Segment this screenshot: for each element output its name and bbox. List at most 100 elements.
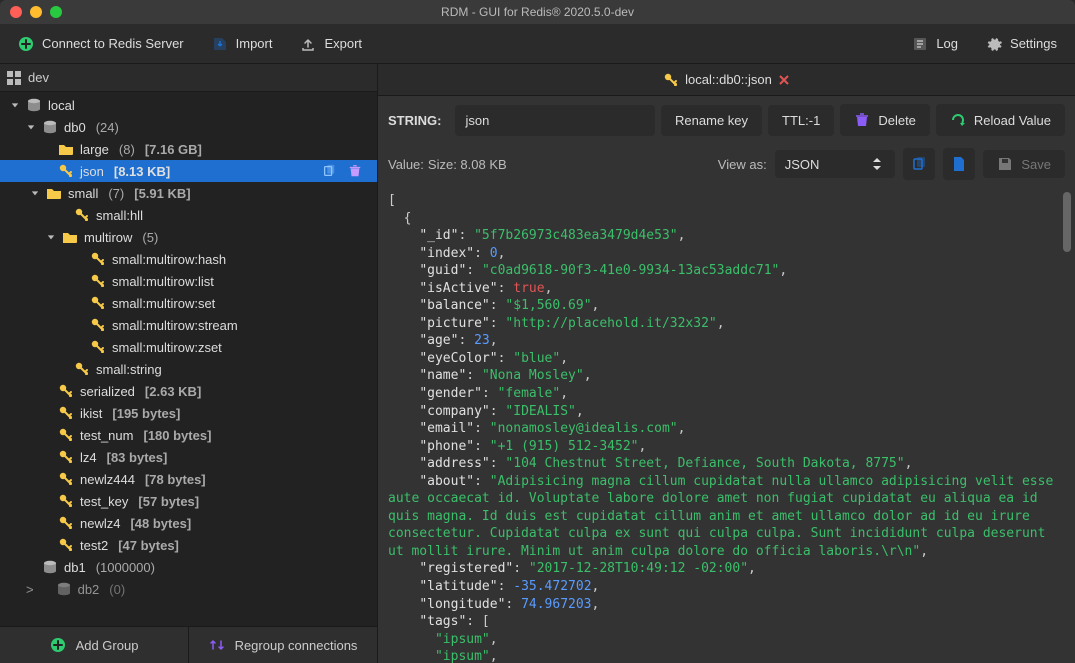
chevron-down-icon[interactable] — [30, 188, 40, 198]
tree-key-newlz4[interactable]: newlz4 [48 bytes] — [0, 512, 377, 534]
tree-key-test-num[interactable]: test_num [180 bytes] — [0, 424, 377, 446]
chevron-down-icon[interactable] — [26, 122, 36, 132]
tree-key-mr-list[interactable]: small:multirow:list — [0, 270, 377, 292]
add-group-button[interactable]: Add Group — [0, 627, 188, 663]
json-content[interactable]: [ { "_id": "5f7b26973c483ea3479d4e53", "… — [388, 192, 1065, 663]
help-icon[interactable] — [599, 36, 619, 52]
copy-value-button[interactable] — [903, 148, 935, 180]
view-raw-button[interactable] — [943, 148, 975, 180]
key-icon — [58, 427, 74, 443]
maximize-window-button[interactable] — [50, 6, 62, 18]
folder-icon — [58, 141, 74, 157]
document-icon — [951, 156, 967, 172]
key-icon — [58, 493, 74, 509]
tree-key-ikist[interactable]: ikist [195 bytes] — [0, 402, 377, 424]
telegram-icon[interactable] — [627, 36, 647, 52]
tree-count: (24) — [96, 120, 119, 135]
delete-key-button[interactable]: Delete — [840, 104, 930, 136]
size-label: Size: 8.08 KB — [428, 157, 507, 172]
save-value-button[interactable]: Save — [983, 150, 1065, 178]
scrollbar-thumb[interactable] — [1063, 192, 1071, 252]
reload-value-button[interactable]: Reload Value — [936, 104, 1065, 136]
tree-key-mr-set[interactable]: small:multirow:set — [0, 292, 377, 314]
tree-count: (5) — [142, 230, 158, 245]
settings-label: Settings — [1010, 36, 1057, 51]
tree-db0[interactable]: db0 (24) — [0, 116, 377, 138]
format-select[interactable]: JSON — [775, 150, 896, 178]
chevron-down-icon[interactable] — [10, 100, 20, 110]
settings-button[interactable]: Settings — [976, 32, 1067, 56]
tree-count: (0) — [109, 582, 125, 597]
github-icon[interactable] — [683, 36, 703, 52]
tree-label: test_num — [80, 428, 133, 443]
minimize-window-button[interactable] — [30, 6, 42, 18]
trash-icon[interactable] — [347, 163, 363, 179]
grid-icon[interactable] — [6, 70, 22, 86]
connect-button[interactable]: Connect to Redis Server — [8, 32, 194, 56]
folder-icon — [46, 185, 62, 201]
key-icon — [58, 471, 74, 487]
copy-icon[interactable] — [321, 163, 337, 179]
tree-label: small:multirow:set — [112, 296, 215, 311]
key-icon — [58, 515, 74, 531]
tree-label: small:multirow:zset — [112, 340, 222, 355]
key-icon — [58, 383, 74, 399]
content-area: local::db0::json STRING: Rename key TTL:… — [378, 64, 1075, 663]
key-icon — [90, 251, 106, 267]
value-editor[interactable]: [ { "_id": "5f7b26973c483ea3479d4e53", "… — [378, 188, 1075, 663]
delete-label: Delete — [878, 113, 916, 128]
key-tree[interactable]: local db0 (24) large (8) [7.16 GB] json … — [0, 92, 377, 626]
tree-label: small:multirow:hash — [112, 252, 226, 267]
tree-key-test2[interactable]: test2 [47 bytes] — [0, 534, 377, 556]
tree-key-mr-hash[interactable]: small:multirow:hash — [0, 248, 377, 270]
tree-key-lz4[interactable]: lz4 [83 bytes] — [0, 446, 377, 468]
database-icon — [26, 97, 42, 113]
chevron-right-icon[interactable] — [42, 144, 52, 154]
tree-folder-small[interactable]: small (7) [5.91 KB] — [0, 182, 377, 204]
tree-key-test-key[interactable]: test_key [57 bytes] — [0, 490, 377, 512]
tree-key-mr-stream[interactable]: small:multirow:stream — [0, 314, 377, 336]
tree-folder-multirow[interactable]: multirow (5) — [0, 226, 377, 248]
log-button[interactable]: Log — [902, 32, 968, 56]
tree-db1[interactable]: db1 (1000000) — [0, 556, 377, 578]
close-tab-icon[interactable] — [778, 74, 790, 86]
tree-count: (8) — [119, 142, 135, 157]
key-name-input[interactable] — [455, 105, 655, 136]
tree-key-mr-zset[interactable]: small:multirow:zset — [0, 336, 377, 358]
log-icon — [912, 36, 928, 52]
reload-label: Reload Value — [974, 113, 1051, 128]
updown-icon — [869, 156, 885, 172]
breadcrumb: dev — [0, 64, 377, 92]
log-label: Log — [936, 36, 958, 51]
close-window-button[interactable] — [10, 6, 22, 18]
tree-key-newlz444[interactable]: newlz444 [78 bytes] — [0, 468, 377, 490]
twitter-icon[interactable] — [655, 36, 675, 52]
chevron-down-icon[interactable] — [46, 232, 56, 242]
tree-key-small-hll[interactable]: small:hll — [0, 204, 377, 226]
folder-icon — [62, 229, 78, 245]
sidebar-footer: Add Group Regroup connections — [0, 626, 377, 663]
tree-size: [180 bytes] — [143, 428, 211, 443]
ttl-button[interactable]: TTL:-1 — [768, 105, 834, 136]
tab-label[interactable]: local::db0::json — [685, 72, 772, 87]
tree-label: small:multirow:stream — [112, 318, 238, 333]
tree-key-serialized[interactable]: serialized [2.63 KB] — [0, 380, 377, 402]
tree-size: [2.63 KB] — [145, 384, 201, 399]
regroup-button[interactable]: Regroup connections — [188, 627, 377, 663]
tree-label: small:hll — [96, 208, 143, 223]
tree-key-json[interactable]: json [8.13 KB] — [0, 160, 377, 182]
key-icon — [90, 273, 106, 289]
value-meta-bar: Value: Size: 8.08 KB View as: JSON — [378, 144, 1075, 188]
key-icon — [74, 361, 90, 377]
tree-key-small-string[interactable]: small:string — [0, 358, 377, 380]
import-button[interactable]: Import — [202, 32, 283, 56]
tree-label: lz4 — [80, 450, 97, 465]
tree-db2[interactable]: > db2 (0) — [0, 578, 377, 600]
warning-icon[interactable] — [571, 36, 591, 52]
sidebar: dev local db0 (24) large (8) [7.16 GB] — [0, 64, 378, 663]
export-button[interactable]: Export — [290, 32, 372, 56]
tree-label: json — [80, 164, 104, 179]
tree-folder-large[interactable]: large (8) [7.16 GB] — [0, 138, 377, 160]
tree-server-local[interactable]: local — [0, 94, 377, 116]
rename-key-button[interactable]: Rename key — [661, 105, 762, 136]
